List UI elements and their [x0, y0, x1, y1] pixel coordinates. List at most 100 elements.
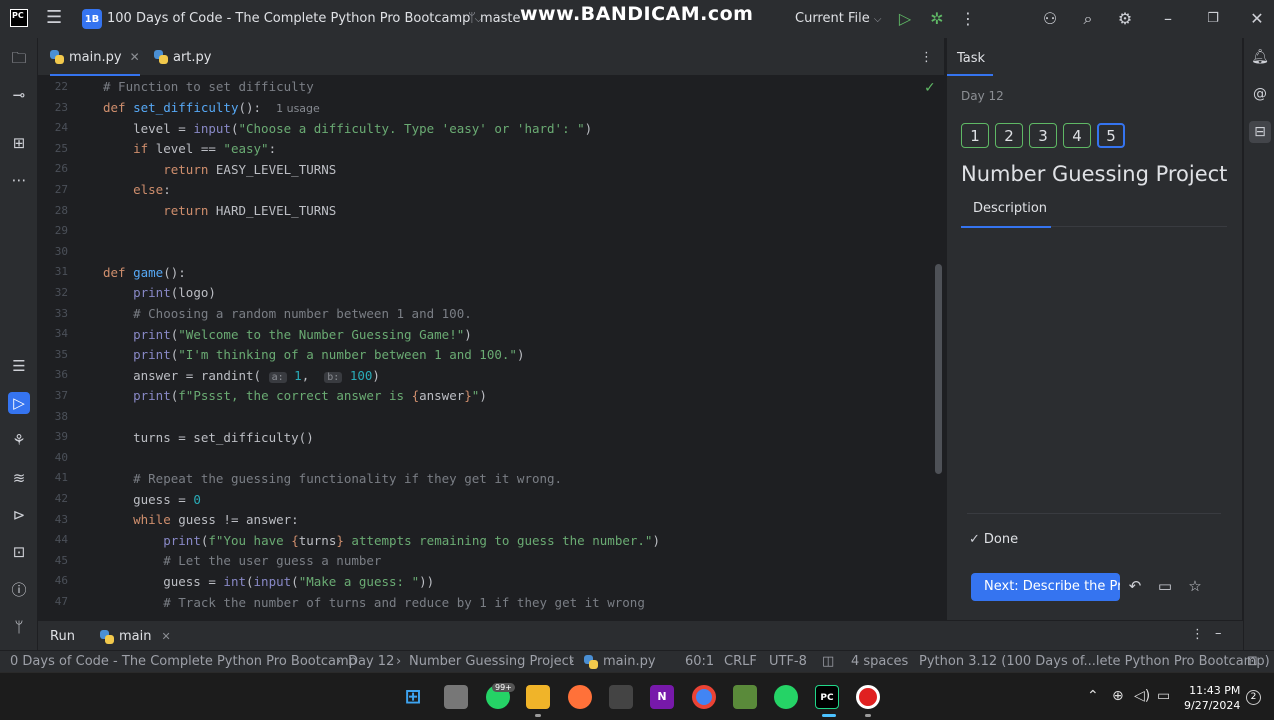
search-icon[interactable]: ⌕ — [1078, 9, 1098, 29]
more-tools-icon[interactable]: ⋯ — [8, 169, 30, 191]
battery-icon[interactable]: ▭ — [1157, 688, 1170, 704]
main-menu-icon[interactable]: ☰ — [46, 9, 64, 27]
chevron-right-icon: › — [396, 654, 402, 669]
line-number: 28 — [54, 203, 68, 217]
structure-icon[interactable]: ⊞ — [8, 132, 30, 154]
commit-icon[interactable]: ⊸ — [8, 84, 30, 106]
more-options-icon[interactable]: ⋮ — [958, 9, 978, 29]
services-icon[interactable]: ⊳ — [8, 504, 30, 526]
task-panel-title[interactable]: Task — [957, 51, 985, 66]
video-editor-icon[interactable] — [609, 685, 633, 709]
line-number: 36 — [54, 368, 68, 382]
run-tool-icon[interactable]: ▷ — [8, 392, 30, 414]
run-tool-bar: Run main ✕ ⋮ – — [38, 620, 1243, 650]
code-line: # Track the number of turns and reduce b… — [163, 595, 645, 610]
code-line: return EASY_LEVEL_TURNS — [163, 162, 337, 177]
done-label: Done — [983, 532, 1019, 547]
run-config-selector[interactable]: Current File ⌵ — [795, 11, 881, 26]
breadcrumb-day[interactable]: Day 12 — [348, 654, 394, 669]
python-interpreter[interactable]: Python 3.12 (100 Days of...lete Python P… — [919, 654, 1270, 669]
chevron-up-icon[interactable]: ⌃ — [1087, 688, 1099, 704]
star-icon[interactable]: ☆ — [1185, 576, 1205, 596]
code-line: print("Welcome to the Number Guessing Ga… — [133, 327, 472, 342]
settings-icon[interactable]: ⚙ — [1115, 9, 1135, 29]
step-5[interactable]: 5 — [1097, 123, 1125, 148]
project-selector[interactable]: 100 Days of Code - The Complete Python P… — [107, 11, 482, 26]
close-tab-icon[interactable]: ✕ — [161, 630, 170, 643]
line-number: 38 — [54, 409, 68, 423]
minimize-icon[interactable]: – — [1158, 9, 1178, 29]
divider — [967, 513, 1221, 514]
caret-position[interactable]: 60:1 — [685, 654, 714, 669]
run-icon[interactable]: ▷ — [895, 9, 915, 29]
code-line: def game(): — [103, 265, 186, 280]
code-line: # Repeat the guessing functionality if t… — [133, 471, 563, 486]
step-4[interactable]: 4 — [1063, 123, 1091, 148]
ai-assistant-icon[interactable]: @ — [1249, 83, 1271, 105]
whatsapp-icon[interactable] — [774, 685, 798, 709]
chevron-right-icon: › — [336, 654, 342, 669]
python-console-icon[interactable]: ⚘ — [8, 429, 30, 451]
task-title-underline — [947, 74, 993, 76]
windows-start-icon[interactable]: ⊞ — [401, 685, 425, 709]
step-3[interactable]: 3 — [1029, 123, 1057, 148]
list-icon[interactable]: ☰ — [8, 355, 30, 377]
folder-icon[interactable]: 🗀 — [8, 47, 30, 69]
breadcrumb-file[interactable]: main.py — [584, 654, 656, 669]
bandicam-icon[interactable] — [856, 685, 880, 709]
python-file-icon — [50, 50, 64, 64]
project-badge[interactable]: 1B — [82, 9, 102, 29]
task-steps: 1 2 3 4 5 — [961, 123, 1125, 148]
file-encoding[interactable]: UTF-8 — [769, 654, 807, 669]
notification-count[interactable]: 2 — [1246, 690, 1261, 705]
system-clock[interactable]: 11:43 PM 9/27/2024 — [1184, 683, 1240, 713]
indent-setting[interactable]: 4 spaces — [851, 654, 908, 669]
tab-description[interactable]: Description — [973, 201, 1047, 216]
layers-icon[interactable]: ≋ — [8, 467, 30, 489]
done-status: ✓ Done — [969, 532, 1018, 547]
app-icon[interactable] — [733, 685, 757, 709]
terminal-icon[interactable]: ⊡ — [8, 541, 30, 563]
step-2[interactable]: 2 — [995, 123, 1023, 148]
editor-scrollbar[interactable] — [935, 264, 942, 474]
tab-options-icon[interactable]: ⋮ — [920, 38, 933, 76]
code-editor[interactable]: 22 23 24 25 26 27 28 29 30 31 32 33 34 35 36 37 38 39 40 41… — [38, 76, 944, 620]
left-tool-strip: 🗀 ⊸ ⊞ ⋯ ☰ ▷ ⚘ ≋ ⊳ ⊡ ⓘ ᛘ — [0, 38, 38, 650]
next-task-button[interactable]: Next: Describe the Pro... — [971, 573, 1120, 601]
task-view-icon[interactable] — [444, 685, 468, 709]
restore-icon[interactable]: ❐ — [1203, 9, 1223, 29]
line-number: 32 — [54, 286, 68, 299]
pycharm-taskbar-icon[interactable]: PC — [815, 685, 839, 709]
readonly-toggle-icon[interactable]: ◫ — [822, 654, 834, 669]
hide-panel-icon[interactable]: – — [1215, 626, 1222, 641]
usage-hint[interactable]: 1 usage — [276, 102, 320, 115]
line-ending[interactable]: CRLF — [724, 654, 757, 669]
problems-icon[interactable]: ⓘ — [8, 579, 30, 601]
run-tab-label[interactable]: Run — [50, 629, 75, 644]
volume-icon[interactable]: ◁) — [1134, 688, 1150, 704]
git-icon[interactable]: ᛘ — [8, 616, 30, 638]
vcs-branch-selector[interactable]: ᛘ maste — [468, 11, 520, 26]
lock-icon[interactable]: ⊡ — [1247, 654, 1258, 669]
tab-main-py[interactable]: main.py ✕ — [50, 38, 140, 76]
close-icon[interactable]: ✕ — [1247, 9, 1267, 29]
close-tab-icon[interactable]: ✕ — [130, 50, 140, 64]
breadcrumb-folder[interactable]: Number Guessing Project — [409, 654, 574, 669]
onenote-icon[interactable]: N — [650, 685, 674, 709]
comment-icon[interactable]: ▭ — [1155, 576, 1175, 596]
breadcrumb-project[interactable]: 0 Days of Code - The Complete Python Pro… — [10, 654, 357, 669]
inspection-ok-icon[interactable]: ✓ — [924, 80, 936, 96]
tab-art-py[interactable]: art.py — [154, 38, 212, 76]
add-user-icon[interactable]: ⚇ — [1040, 9, 1060, 29]
more-options-icon[interactable]: ⋮ — [1191, 627, 1204, 642]
chrome-icon[interactable] — [692, 685, 716, 709]
firefox-icon[interactable] — [568, 685, 592, 709]
globe-icon[interactable]: ⊕ — [1112, 688, 1124, 704]
notifications-icon[interactable]: 🔔︎ — [1249, 46, 1271, 68]
book-icon[interactable]: ⊟ — [1249, 121, 1271, 143]
run-config-tab[interactable]: main ✕ — [100, 629, 171, 644]
debug-icon[interactable]: ✲ — [927, 9, 947, 29]
file-explorer-icon[interactable] — [526, 685, 550, 709]
step-1[interactable]: 1 — [961, 123, 989, 148]
reset-icon[interactable]: ↶ — [1125, 576, 1145, 596]
